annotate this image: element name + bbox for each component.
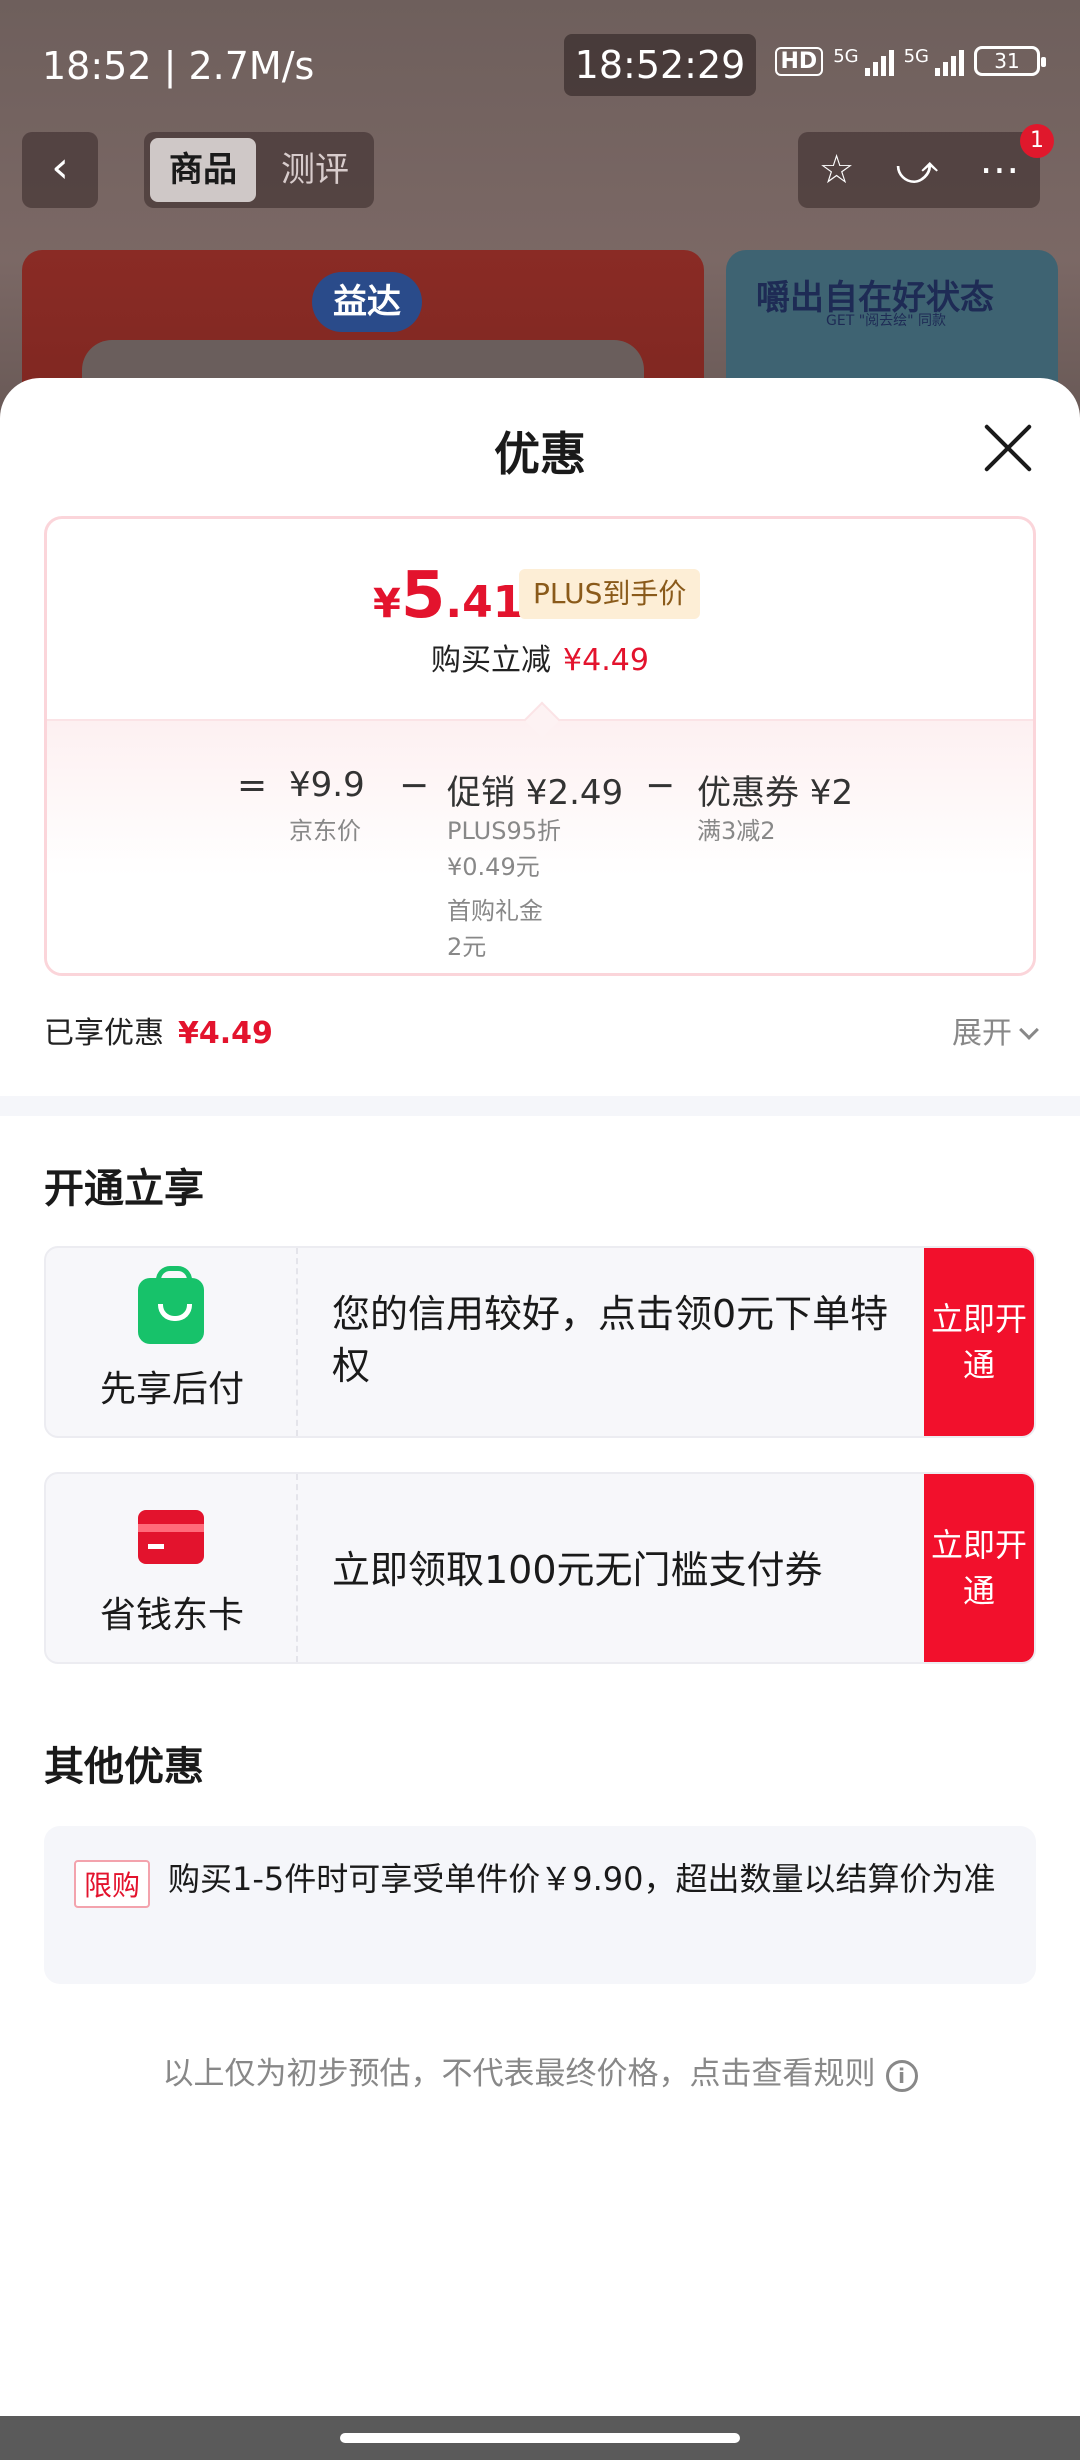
final-price: ¥5.41: [373, 559, 523, 633]
promo-amount: 促销 ¥2.49: [447, 773, 624, 813]
jd-price-label: 京东价: [289, 817, 361, 845]
signal-icon-2: [935, 46, 964, 76]
status-icons: HD 5G 5G 31: [774, 46, 1046, 76]
tab-product[interactable]: 商品: [150, 138, 256, 202]
enjoyed-discount: 已享优惠 ¥4.49: [44, 1008, 273, 1052]
enjoyed-label: 已享优惠: [44, 1016, 164, 1051]
status-time: 18:52 | 2.7M/s: [42, 44, 315, 88]
chevron-down-icon: [1019, 1020, 1039, 1040]
expand-button[interactable]: 展开: [952, 1008, 1039, 1052]
promo-detail-1: PLUS95折: [447, 817, 561, 845]
expand-label: 展开: [952, 1016, 1012, 1051]
offer-left: 省钱东卡: [46, 1474, 298, 1662]
plus-price-tag: PLUS到手价: [519, 569, 701, 619]
network-5g-label: 5G: [833, 46, 859, 67]
currency-symbol: ¥: [373, 581, 401, 627]
offer-card-pay-later[interactable]: 先享后付 您的信用较好，点击领0元下单特权 立即开通: [44, 1246, 1036, 1438]
saving-amount: ¥4.49: [563, 643, 649, 678]
star-icon[interactable]: ☆: [819, 147, 855, 193]
price-integer: 5: [400, 559, 446, 633]
enjoyed-amount: ¥4.49: [178, 1016, 273, 1051]
open-now-button[interactable]: 立即开通: [924, 1474, 1034, 1662]
promo-detail-3: 首购礼金: [447, 897, 543, 925]
saving-line: 购买立减 ¥4.49: [47, 635, 1033, 679]
price-card: ¥5.41 PLUS到手价 购买立减 ¥4.49 = ¥9.9 京东价 − 促销 …: [44, 516, 1036, 976]
offer-description: 立即领取100元无门槛支付券: [332, 1548, 823, 1592]
other-offer-text: 购买1-5件时可享受单件价￥9.90，超出数量以结算价为准: [168, 1860, 996, 1898]
offer-name: 先享后付: [99, 1369, 244, 1410]
saving-label: 购买立减: [431, 643, 552, 678]
offer-left: 先享后付: [46, 1248, 298, 1436]
minus-sign: −: [399, 765, 430, 806]
minus-sign-2: −: [645, 765, 676, 806]
other-offer-box: 限购 购买1-5件时可享受单件价￥9.90，超出数量以结算价为准: [44, 1826, 1036, 1984]
sheet-title: 优惠: [494, 427, 586, 481]
discount-sheet: 优惠 ¥5.41 PLUS到手价 购买立减 ¥4.49 = ¥9.9 京东价 − …: [0, 378, 1080, 2416]
price-calculation: = ¥9.9 京东价 − 促销 ¥2.49 PLUS95折 ¥0.49元 首购礼…: [47, 739, 1033, 969]
price-decimal: .41: [445, 577, 524, 628]
jd-price: ¥9.9: [289, 765, 365, 805]
open-section-title: 开通立享: [44, 1166, 204, 1212]
other-section-title: 其他优惠: [44, 1744, 204, 1790]
open-now-button[interactable]: 立即开通: [924, 1248, 1034, 1436]
network-5g-label-2: 5G: [903, 46, 929, 67]
banner-subtitle: GET "阅去绘" 同款: [826, 313, 947, 329]
nav-actions: ☆ ⤻ ⋯ 1: [798, 124, 1054, 208]
section-divider: [0, 1096, 1080, 1116]
back-arrow-icon[interactable]: ‹: [22, 132, 98, 208]
offer-name: 省钱东卡: [99, 1595, 244, 1636]
offer-card-saving-card[interactable]: 省钱东卡 立即领取100元无门槛支付券 立即开通: [44, 1472, 1036, 1664]
nav-tabs: 商品 测评: [144, 132, 374, 208]
tab-review[interactable]: 测评: [262, 138, 368, 202]
promo-detail-2: ¥0.49元: [447, 853, 540, 881]
info-icon[interactable]: i: [885, 2059, 918, 2092]
more-icon[interactable]: ⋯: [979, 147, 1019, 193]
coupon-amount: 优惠券 ¥2: [697, 773, 854, 813]
shopping-bag-icon: [138, 1266, 204, 1344]
battery-icon: 31: [974, 46, 1046, 76]
card-icon: [138, 1504, 204, 1570]
share-icon[interactable]: ⤻: [896, 147, 939, 193]
brand-logo: 益达: [312, 272, 422, 332]
close-icon[interactable]: [980, 420, 1036, 476]
equals-sign: =: [237, 765, 268, 806]
home-indicator[interactable]: [340, 2433, 740, 2443]
hd-icon: HD: [774, 46, 824, 76]
status-clock: 18:52:29: [564, 34, 756, 96]
rules-footnote[interactable]: 以上仅为初步预估，不代表最终价格，点击查看规则 i: [0, 2048, 1080, 2093]
limit-tag: 限购: [74, 1860, 151, 1908]
signal-icon: [864, 46, 894, 76]
coupon-detail: 满3减2: [697, 817, 776, 845]
message-badge: 1: [1020, 124, 1054, 158]
footnote-text: 以上仅为初步预估，不代表最终价格，点击查看规则: [162, 2056, 876, 2092]
promo-detail-4: 2元: [447, 933, 487, 961]
status-bar: 18:52 | 2.7M/s 18:52:29 HD 5G 5G 31: [0, 0, 1080, 130]
top-nav: ‹ 商品 测评 ☆ ⤻ ⋯ 1: [0, 124, 1080, 208]
offer-description: 您的信用较好，点击领0元下单特权: [332, 1292, 889, 1388]
